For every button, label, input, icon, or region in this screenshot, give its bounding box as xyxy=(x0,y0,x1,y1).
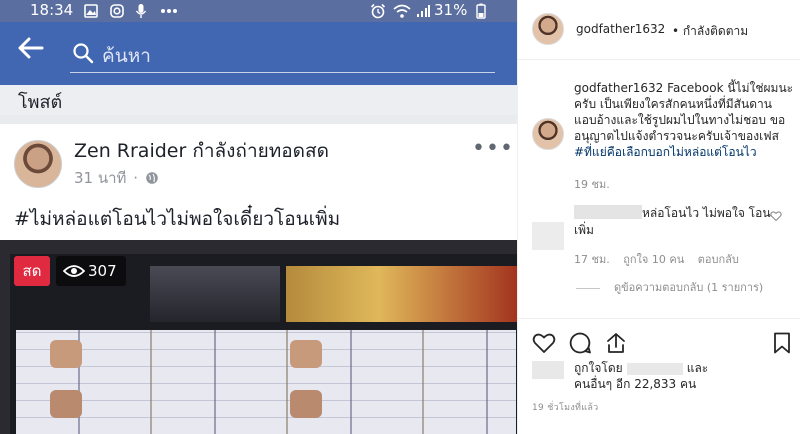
video-grid-overlay xyxy=(16,330,516,434)
battery-icon xyxy=(476,3,486,19)
ig-liker-name-redacted xyxy=(626,362,683,375)
ig-comment-text-cont: เพิ่ม xyxy=(574,223,594,237)
ig-comment-time: 17 ชม. xyxy=(574,253,610,266)
heart-icon[interactable] xyxy=(532,331,556,355)
android-status-bar: 18:34 31% xyxy=(0,0,517,22)
section-title: โพสต์ xyxy=(18,92,63,113)
ig-comment-likes[interactable]: ถูกใจ 10 คน xyxy=(623,253,684,266)
posts-section-header: โพสต์ xyxy=(0,85,517,115)
comment-like-heart-icon[interactable] xyxy=(770,210,782,222)
live-badge: สด xyxy=(14,256,50,286)
ig-author-avatar[interactable] xyxy=(532,13,564,45)
video-dealer-2 xyxy=(50,390,82,418)
share-icon[interactable] xyxy=(604,331,628,355)
ig-caption-avatar[interactable] xyxy=(532,118,564,150)
search-icon xyxy=(73,43,94,64)
viewer-count-badge: 307 xyxy=(56,256,126,286)
ig-post-timestamp: 19 ชั่วโมงที่แล้ว xyxy=(532,403,599,413)
instagram-post-panel: godfather1632 • กำลังติดตาม godfather163… xyxy=(517,0,800,434)
post-action: กำลังถ่ายทอดสด xyxy=(192,140,329,162)
image-icon xyxy=(84,4,98,18)
ig-likes-others[interactable]: คนอื่นๆ อีก 22,833 คน xyxy=(574,377,696,391)
comment-icon[interactable] xyxy=(568,331,592,355)
ig-username-text[interactable]: godfather1632 xyxy=(576,22,665,36)
facebook-post: Zen Rraider กำลังถ่ายทอดสด 31 นาที · •••… xyxy=(0,124,517,434)
ig-caption: godfather1632 Facebook นี้ไม่ใช่ผมนะครับ… xyxy=(574,80,794,160)
signal-icon xyxy=(417,5,430,17)
status-time: 18:34 xyxy=(30,1,74,19)
post-author-name[interactable]: Zen Rraider xyxy=(74,140,186,162)
ig-likes-summary: ถูกใจโดย และ คนอื่นๆ อีก 22,833 คน xyxy=(574,360,774,392)
facebook-phone-screenshot: 18:34 31% ค้นหา โพสต์ Zen Rraider กำลังถ… xyxy=(0,0,517,434)
globe-icon xyxy=(145,172,158,184)
video-dealer-4 xyxy=(290,390,322,418)
post-time-text: 31 นาที xyxy=(74,169,127,187)
eye-icon xyxy=(63,265,85,277)
ig-likes-prefix: ถูกใจโดย xyxy=(574,361,623,375)
author-avatar[interactable] xyxy=(14,140,62,188)
live-video-player[interactable]: สด 307 xyxy=(0,240,517,434)
ig-author-username[interactable]: godfather1632 xyxy=(576,22,665,36)
ig-action-bar xyxy=(518,318,800,358)
post-timestamp: 31 นาที · xyxy=(74,166,159,190)
ig-likes-and: และ xyxy=(686,361,709,375)
battery-percent: 31% xyxy=(434,1,468,19)
more-dots-icon xyxy=(161,9,177,13)
ig-follow-button[interactable]: กำลังติดตาม xyxy=(683,24,748,38)
post-author-line: Zen Rraider กำลังถ่ายทอดสด xyxy=(74,136,329,166)
ig-following-status[interactable]: • กำลังติดตาม xyxy=(672,22,748,41)
ig-header-separator: • xyxy=(672,24,680,38)
video-dealer-1 xyxy=(50,340,82,368)
video-game-banner xyxy=(286,266,517,322)
ig-caption-hashtag[interactable]: #ที่แย่คือเลือกบอกไม่หล่อแต่โอนไว xyxy=(574,145,757,159)
ig-comment-meta: 17 ชม. ถูกใจ 10 คน ตอบกลับ xyxy=(574,250,749,268)
ig-comment-reply-button[interactable]: ตอบกลับ xyxy=(698,253,739,266)
ig-commenter-avatar-redacted xyxy=(532,222,564,250)
search-field[interactable]: ค้นหา xyxy=(70,37,495,73)
alarm-icon xyxy=(370,3,386,19)
post-text: #ไม่หล่อแต่โอนไวไม่พอใจเดี๋ยวโอนเพิ่ม xyxy=(14,208,341,230)
ig-commenter-username-redacted xyxy=(574,205,642,219)
ig-liker-avatar-redacted xyxy=(532,361,564,379)
video-dealer-thumbnail xyxy=(150,266,280,322)
wifi-icon xyxy=(393,4,411,18)
save-bookmark-icon[interactable] xyxy=(770,331,794,355)
search-input[interactable]: ค้นหา xyxy=(102,41,151,71)
viewer-count: 307 xyxy=(88,262,117,280)
facebook-search-header: ค้นหา xyxy=(0,22,517,85)
post-more-options-icon[interactable]: ••• xyxy=(472,136,514,161)
ig-comment-text: หล่อโอนไว ไม่พอใจ โอน xyxy=(642,206,771,220)
back-arrow-icon[interactable] xyxy=(18,36,44,64)
video-dealer-3 xyxy=(290,340,322,368)
ig-view-replies-link[interactable]: ดูข้อความตอบกลับ (1 รายการ) xyxy=(576,278,763,296)
mic-icon xyxy=(135,4,147,18)
instagram-icon xyxy=(110,4,124,18)
ig-caption-time: 19 ชม. xyxy=(574,178,610,191)
ig-caption-username[interactable]: godfather1632 xyxy=(574,81,663,95)
ig-post-header: godfather1632 • กำลังติดตาม xyxy=(518,0,800,60)
